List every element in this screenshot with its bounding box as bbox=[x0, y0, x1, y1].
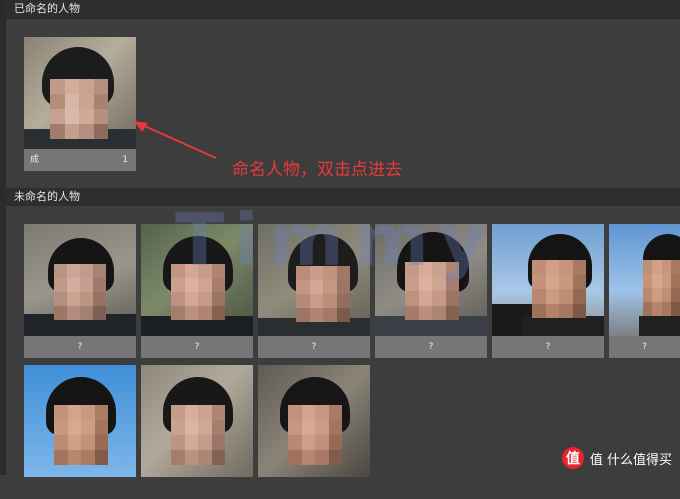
brand-text: 值 什么值得买 bbox=[589, 452, 672, 468]
person-photo bbox=[24, 224, 136, 336]
person-label: ? bbox=[428, 342, 434, 352]
unnamed-people-area: ? ? ? ? ? ? bbox=[6, 206, 680, 477]
unnamed-person-tile[interactable] bbox=[24, 365, 136, 499]
annotation-text: 命名人物，双击点进去 bbox=[232, 160, 402, 180]
person-photo bbox=[258, 365, 370, 477]
person-caption: ? bbox=[24, 336, 136, 358]
person-name: 成 bbox=[30, 155, 40, 165]
person-caption: ? bbox=[258, 336, 370, 358]
person-label: ? bbox=[642, 342, 647, 352]
person-photo bbox=[609, 224, 680, 336]
person-caption: 成 1 bbox=[24, 149, 136, 171]
unnamed-section-title: 未命名的人物 bbox=[14, 190, 80, 203]
named-section-header: 已命名的人物 bbox=[6, 0, 680, 19]
person-photo bbox=[492, 224, 604, 336]
person-photo bbox=[141, 224, 253, 336]
named-person-tile[interactable]: 成 1 bbox=[24, 37, 136, 171]
unnamed-section-header: 未命名的人物 bbox=[6, 188, 680, 207]
unnamed-person-tile[interactable]: ? bbox=[258, 224, 370, 358]
person-caption: ? bbox=[375, 336, 487, 358]
person-photo bbox=[24, 365, 136, 477]
unnamed-person-tile[interactable] bbox=[141, 365, 253, 499]
person-caption: ? bbox=[492, 336, 604, 358]
person-photo bbox=[258, 224, 370, 336]
person-label: ? bbox=[77, 342, 83, 352]
person-photo bbox=[375, 224, 487, 336]
red-arrow-icon bbox=[134, 121, 217, 159]
unnamed-person-tile[interactable]: ? bbox=[492, 224, 604, 358]
unnamed-person-tile[interactable]: ? bbox=[609, 224, 680, 358]
person-caption: ? bbox=[609, 336, 680, 358]
unnamed-person-tile[interactable]: ? bbox=[375, 224, 487, 358]
person-photo bbox=[141, 365, 253, 477]
site-brand: 值 值 什么值得买 bbox=[561, 447, 672, 469]
unnamed-person-tile[interactable] bbox=[258, 365, 370, 499]
person-label: ? bbox=[194, 342, 200, 352]
unnamed-person-tile[interactable]: ? bbox=[141, 224, 253, 358]
unnamed-person-tile[interactable]: ? bbox=[24, 224, 136, 358]
brand-logo-icon: 值 bbox=[561, 447, 584, 469]
person-label: ? bbox=[311, 342, 317, 352]
named-section-title: 已命名的人物 bbox=[14, 2, 80, 15]
person-photo bbox=[24, 37, 136, 149]
person-caption: ? bbox=[141, 336, 253, 358]
person-label: ? bbox=[545, 342, 551, 352]
